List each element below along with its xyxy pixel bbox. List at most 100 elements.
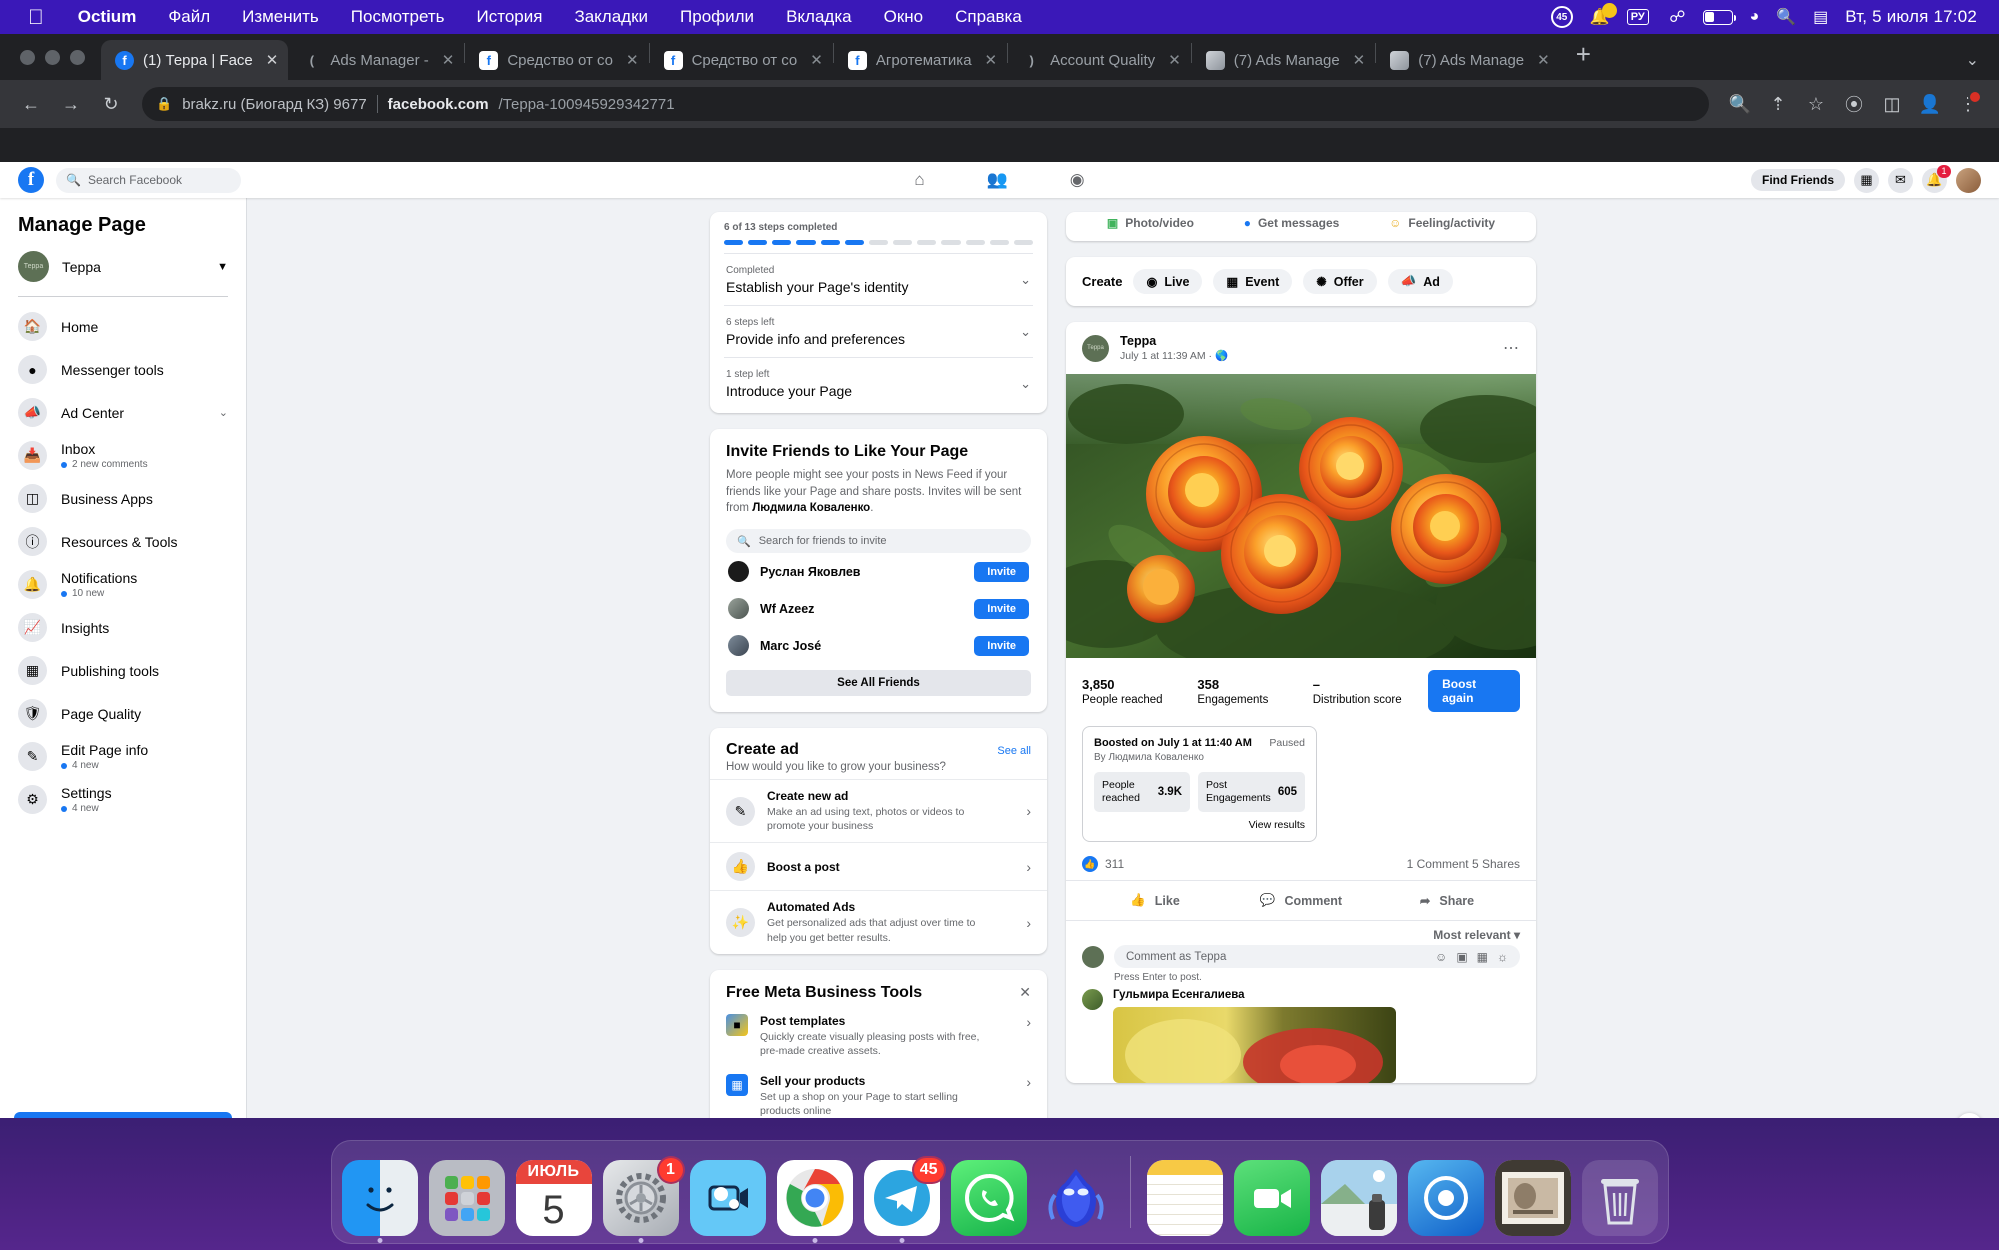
dock-item-unknown-blue-app[interactable] [1407,1160,1484,1236]
menu-item-bookmarks[interactable]: Закладки [558,7,664,27]
comment-author-name[interactable]: Гульмира Есенгалиева [1113,989,1396,1001]
menu-item-file[interactable]: Файл [152,7,226,27]
back-button[interactable]: ← [14,87,48,121]
like-button[interactable]: 👍 Like [1082,886,1228,915]
keyboard-layout-icon[interactable]: РУ [1626,9,1649,25]
dock-item-telegram[interactable]: 45 [863,1156,946,1243]
sidebar-item-publishing-tools[interactable]: ▦ Publishing tools [0,649,246,692]
chevron-right-icon[interactable]: › [1026,1074,1031,1090]
comment-sort-selector[interactable]: Most relevant ▾ [1066,921,1536,945]
browser-tab-1[interactable]: ( Ads Manager - ✕ [288,40,464,80]
create-chip-event[interactable]: ▦ Event [1213,269,1293,294]
dock-item-calendar[interactable]: ИЮЛЬ 5 [515,1160,592,1236]
create-chip-live[interactable]: ◉ Live [1133,269,1203,294]
nav-friends-icon[interactable]: 👥 [987,170,1008,190]
apple-logo-icon[interactable]:  [28,7,44,28]
boost-again-button[interactable]: Boost again [1428,670,1521,712]
messenger-icon[interactable]: ✉ [1888,167,1913,193]
sticker-icon[interactable]: ☼ [1497,950,1508,964]
sidebar-page-selector[interactable]: Терра Терра ▼ [0,247,246,296]
menu-item-help[interactable]: Справка [939,7,1038,27]
bluetooth-icon[interactable]: ☍ [1666,7,1685,27]
window-controls[interactable] [10,34,101,80]
post-image[interactable] [1066,374,1536,658]
nav-home-icon[interactable]: ⌂ [914,170,924,190]
menu-grid-icon[interactable]: ▦ [1854,167,1879,193]
browser-tab-0[interactable]: f (1) Терра | Face ✕ [101,40,289,80]
sidebar-item-ad-center[interactable]: 📣 Ad Center ⌄ [0,391,246,434]
emoji-icon[interactable]: ☺ [1435,950,1447,964]
comment-button[interactable]: 💬 Comment [1228,886,1374,915]
browser-tab-4[interactable]: f Агротематика ✕ [834,40,1007,80]
share-button[interactable]: ➦ Share [1374,886,1520,915]
avatar[interactable] [1082,989,1103,1011]
menu-item-profiles[interactable]: Профили [664,7,770,27]
tab-close-icon[interactable]: ✕ [1353,51,1366,69]
composer-tab-photo-video[interactable]: ▣ Photo/video [1107,216,1194,230]
composer-tab-feeling-activity[interactable]: ☺ Feeling/activity [1389,216,1495,230]
browser-tab-3[interactable]: f Средство от со ✕ [650,40,833,80]
invite-search-input[interactable]: 🔍 Search for friends to invite [726,529,1031,554]
gif-icon[interactable]: ▦ [1477,950,1488,964]
dock-item-launchpad[interactable] [428,1160,505,1236]
extensions-icon[interactable]: ⦿ [1837,87,1871,121]
share-icon[interactable]: ⇡ [1761,87,1795,121]
sidebar-item-settings[interactable]: ⚙ Settings 4 new [0,778,246,821]
create-chip-ad[interactable]: 📣 Ad [1387,269,1453,294]
see-all-friends-button[interactable]: See All Friends [726,670,1031,697]
battery-icon[interactable] [1702,9,1736,25]
search-tabs-icon[interactable]: 🔍 [1723,87,1757,121]
dock-item-blue-creature-app[interactable] [1038,1160,1114,1236]
comments-shares-count[interactable]: 1 Comment 5 Shares [1407,857,1520,871]
create-chip-offer[interactable]: ✺ Offer [1303,269,1377,294]
dock-item-whatsapp[interactable] [950,1160,1027,1236]
search-input[interactable]: 🔍 Search Facebook [56,167,241,193]
account-avatar[interactable] [1956,167,1981,193]
tab-list-chevron-icon[interactable]: ⌄ [1966,50,1979,70]
tab-close-icon[interactable]: ✕ [985,51,998,69]
setup-row-introduce[interactable]: 1 step left Introduce your Page ⌄ [724,357,1033,409]
tab-close-icon[interactable]: ✕ [810,51,823,69]
tab-close-icon[interactable]: ✕ [266,51,279,69]
sidebar-item-resources-tools[interactable]: ⓘ Resources & Tools [0,520,246,563]
tab-close-icon[interactable]: ✕ [442,51,455,69]
reaction-count[interactable]: 311 [1105,857,1124,871]
tab-close-icon[interactable]: ✕ [626,51,639,69]
menu-item-window[interactable]: Окно [868,7,940,27]
chevron-right-icon[interactable]: › [1026,859,1031,875]
create-ad-row-boost-post[interactable]: 👍 Boost a post › [710,842,1047,890]
profile-avatar-icon[interactable]: 👤 [1913,87,1947,121]
close-icon[interactable]: ✕ [1019,984,1031,1001]
spotlight-search-icon[interactable]: 🔍 [1776,7,1796,27]
sidebar-item-business-apps[interactable]: ◫ Business Apps [0,477,246,520]
side-panel-icon[interactable]: ◫ [1875,87,1909,121]
comment-input[interactable]: Comment as Терра ☺ ▣ ▦ ☼ [1114,945,1520,969]
menu-item-tab[interactable]: Вкладка [770,7,868,27]
tab-close-icon[interactable]: ✕ [1168,51,1181,69]
sidebar-item-insights[interactable]: 📈 Insights [0,606,246,649]
post-author-avatar[interactable]: Терра [1082,334,1109,362]
menu-item-view[interactable]: Посмотреть [335,7,461,27]
notifications-icon[interactable]: 🔔 1 [1922,164,1951,193]
chevron-down-icon[interactable]: ⌄ [1020,272,1031,288]
chevron-down-icon[interactable]: ⌄ [219,406,228,419]
invite-button[interactable]: Invite [974,598,1029,619]
window-close-button[interactable] [20,49,35,65]
wifi-icon[interactable]: ◕ [1750,8,1760,26]
comment-attached-image[interactable] [1113,1007,1396,1084]
dock-item-photos-frame[interactable] [1494,1160,1571,1236]
new-tab-button[interactable]: + [1560,39,1607,76]
browser-menu-icon[interactable]: ⋮ [1951,87,1985,121]
setup-row-provide-info[interactable]: 6 steps left Provide info and preference… [724,305,1033,357]
status-badge-icon[interactable]: 45 [1550,6,1573,28]
dock-item-notes[interactable] [1146,1160,1223,1236]
menu-item-history[interactable]: История [461,7,559,27]
browser-tab-7[interactable]: (7) Ads Manage ✕ [1376,40,1559,80]
invite-button[interactable]: Invite [974,635,1029,656]
create-ad-row-automated-ads[interactable]: ✨ Automated Ads Get personalized ads tha… [710,890,1047,953]
create-ad-row-new-ad[interactable]: ✎ Create new ad Make an ad using text, p… [710,779,1047,842]
forward-button[interactable]: → [54,87,88,121]
dock-item-facetime-camera[interactable] [689,1160,766,1236]
chevron-right-icon[interactable]: › [1026,915,1031,931]
facebook-logo-icon[interactable]: f [18,167,44,193]
